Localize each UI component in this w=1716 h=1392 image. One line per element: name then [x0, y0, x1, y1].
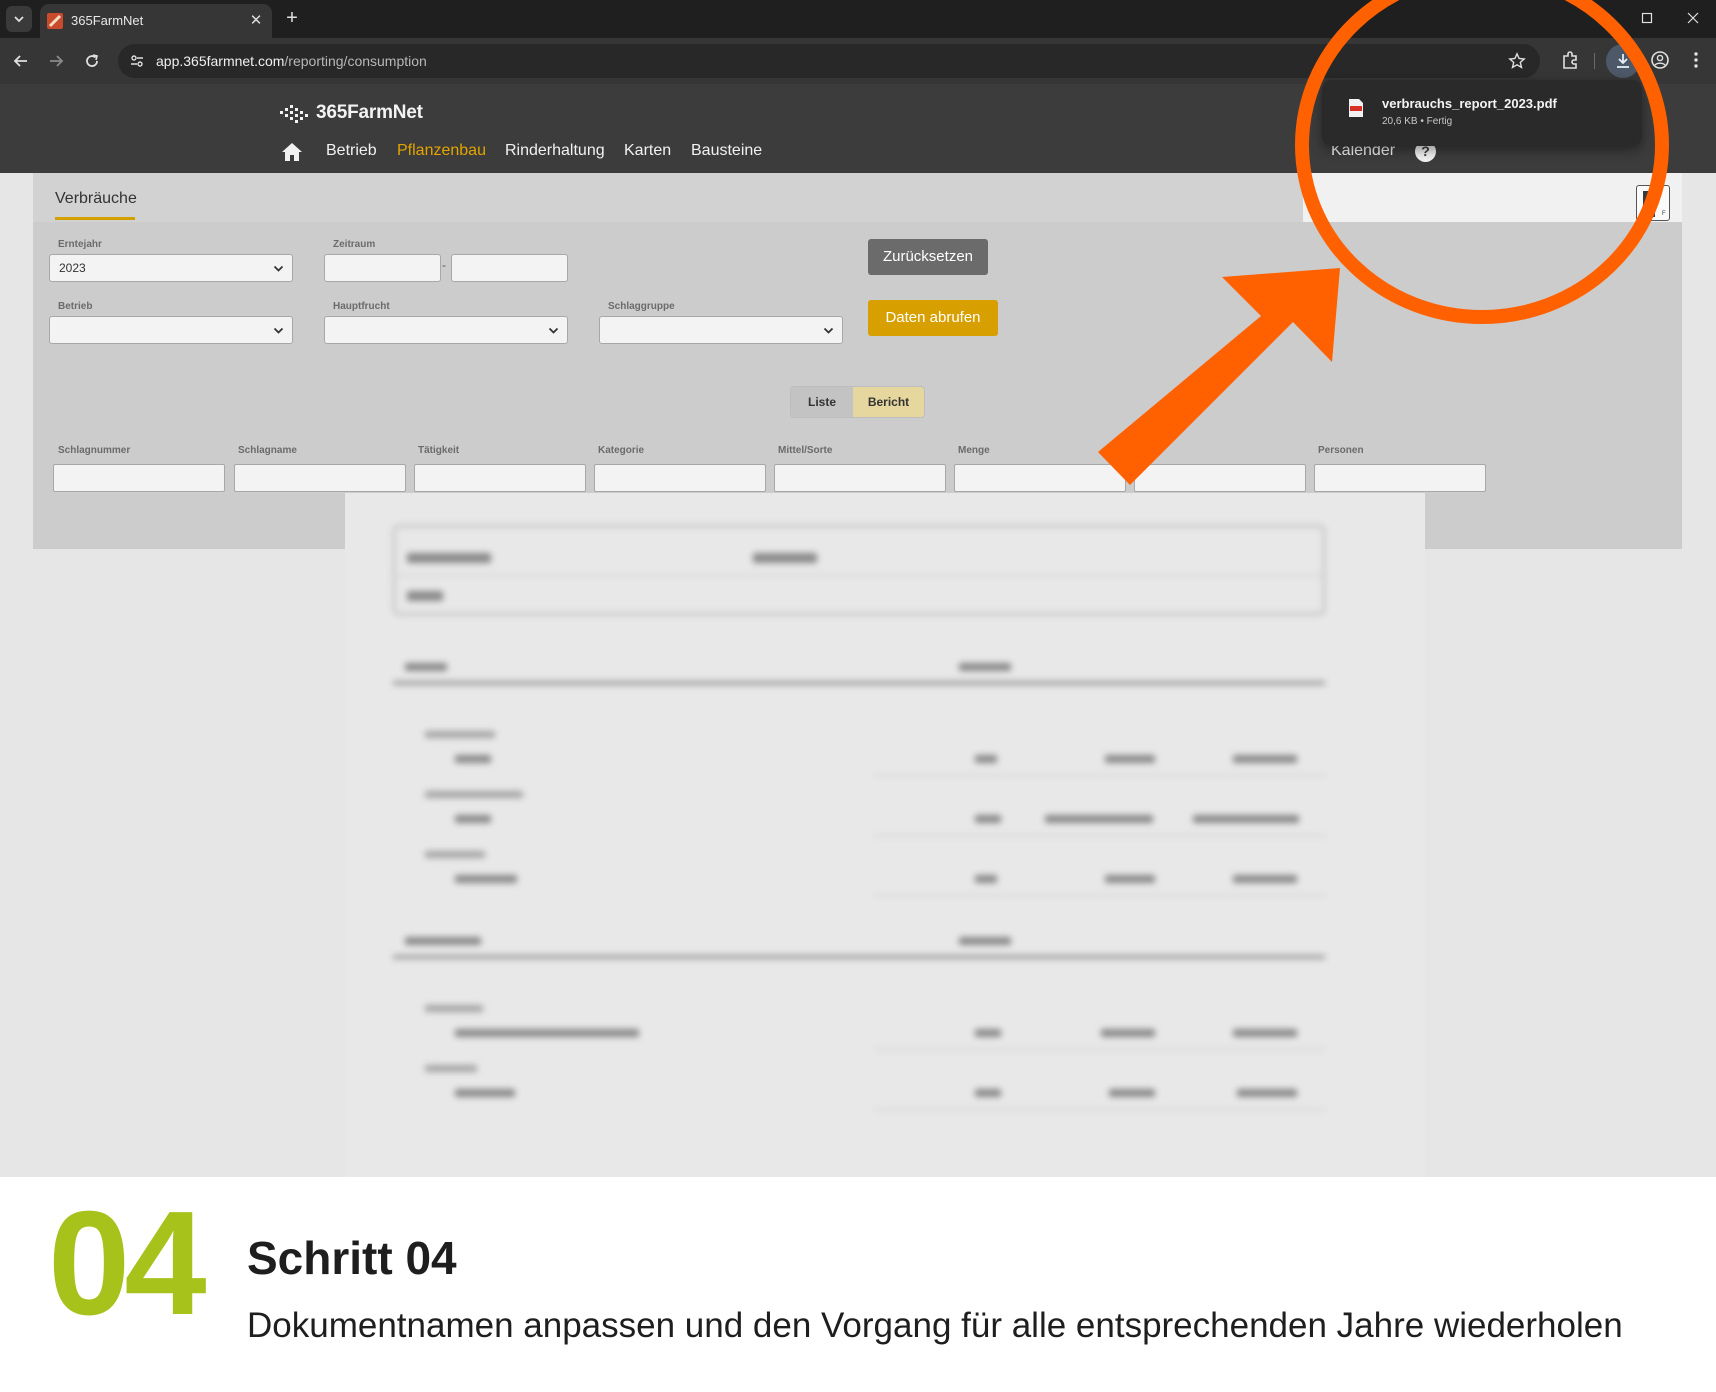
col-filter-mittel-sorte[interactable] — [774, 464, 946, 492]
step-number: 04 — [48, 1181, 207, 1346]
browser-toolbar: app.365farmnet.com/reporting/consumption — [0, 38, 1716, 84]
chevron-down-icon — [823, 327, 834, 334]
col-filter-schlagname[interactable] — [234, 464, 406, 492]
col-filter-taetigkeit[interactable] — [414, 464, 586, 492]
nav-rinderhaltung[interactable]: Rinderhaltung — [505, 142, 605, 160]
view-report-button[interactable]: Bericht — [853, 387, 924, 417]
farmnet-favicon-icon — [47, 13, 63, 29]
forward-arrow-icon[interactable] — [44, 49, 68, 73]
star-icon[interactable] — [1508, 52, 1526, 70]
address-bar[interactable]: app.365farmnet.com/reporting/consumption — [118, 44, 1540, 78]
url-host: app.365farmnet.com — [156, 53, 285, 69]
chevron-down-icon — [14, 16, 24, 23]
col-filter-hidden[interactable] — [1134, 464, 1306, 492]
logo-text: 365FarmNet — [316, 102, 423, 123]
col-filter-personen[interactable] — [1314, 464, 1486, 492]
hauptfrucht-label: Hauptfrucht — [333, 301, 390, 312]
tab-bar-highlight — [1303, 173, 1682, 222]
col-label-schlagname: Schlagname — [238, 445, 297, 456]
svg-text:F: F — [1662, 211, 1666, 217]
more-vertical-icon[interactable] — [1684, 48, 1708, 72]
column-filter-bar: Schlagnummer Schlagname Tätigkeit Katego… — [33, 430, 1682, 500]
report-preview — [345, 493, 1425, 1177]
zeitraum-separator: - — [442, 258, 446, 272]
col-label-personen: Personen — [1318, 445, 1364, 456]
page-tab-bar: Verbräuche F — [33, 173, 1682, 222]
nav-pflanzenbau[interactable]: Pflanzenbau — [397, 142, 486, 160]
view-list-button[interactable]: Liste — [791, 387, 853, 417]
col-filter-schlagnummer[interactable] — [53, 464, 225, 492]
fetch-data-button[interactable]: Daten abrufen — [868, 300, 998, 336]
tab-verbrauche[interactable]: Verbräuche — [55, 190, 137, 208]
active-tab-indicator — [55, 217, 135, 220]
farmnet-logo-icon — [280, 105, 308, 123]
close-window-icon[interactable] — [1678, 6, 1708, 30]
erntejahr-label: Erntejahr — [58, 239, 102, 250]
col-filter-kategorie[interactable] — [594, 464, 766, 492]
step-caption: 04 Schritt 04 Dokumentnamen anpassen und… — [0, 1177, 1716, 1392]
col-filter-menge[interactable] — [954, 464, 1126, 492]
pdf-export-icon[interactable]: F — [1636, 185, 1670, 221]
browser-tab-bar: 365FarmNet ✕ + — [0, 0, 1716, 38]
schlaggruppe-select[interactable] — [599, 316, 843, 344]
col-label-kategorie: Kategorie — [598, 445, 645, 456]
tab-search-button[interactable] — [6, 6, 32, 32]
chevron-down-icon — [548, 327, 559, 334]
betrieb-label: Betrieb — [58, 301, 93, 312]
home-icon[interactable] — [281, 142, 303, 162]
zeitraum-from-input[interactable] — [324, 254, 441, 282]
tab-title: 365FarmNet — [71, 13, 144, 28]
nav-karten[interactable]: Karten — [624, 142, 671, 160]
betrieb-select[interactable] — [49, 316, 293, 344]
col-label-menge: Menge — [958, 445, 990, 456]
zeitraum-to-input[interactable] — [451, 254, 568, 282]
download-status: 20,6 KB • Fertig — [1382, 116, 1453, 127]
step-title: Schritt 04 — [247, 1232, 457, 1284]
browser-tab[interactable]: 365FarmNet ✕ — [40, 4, 272, 38]
erntejahr-select[interactable]: 2023 — [49, 254, 293, 282]
download-bubble[interactable]: verbrauchs_report_2023.pdf 20,6 KB • Fer… — [1322, 80, 1642, 146]
view-toggle: Liste Bericht — [790, 386, 925, 418]
zeitraum-label: Zeitraum — [333, 239, 376, 250]
back-arrow-icon[interactable] — [9, 49, 33, 73]
minimize-icon[interactable] — [1586, 6, 1616, 30]
close-tab-icon[interactable]: ✕ — [246, 11, 266, 31]
puzzle-icon[interactable] — [1558, 48, 1582, 72]
download-filename[interactable]: verbrauchs_report_2023.pdf — [1382, 96, 1557, 111]
nav-bausteine[interactable]: Bausteine — [691, 142, 762, 160]
report-preview-blurred-content — [345, 493, 1425, 1177]
reset-button[interactable]: Zurücksetzen — [868, 239, 988, 275]
nav-betrieb[interactable]: Betrieb — [326, 142, 377, 160]
erntejahr-value: 2023 — [59, 261, 86, 275]
url-path: /reporting/consumption — [284, 53, 427, 69]
chevron-down-icon — [273, 327, 284, 334]
maximize-icon[interactable] — [1632, 6, 1662, 30]
download-icon[interactable] — [1606, 44, 1640, 78]
consumption-page: Verbräuche F Erntejahr 2023 Zeitraum - B… — [0, 173, 1716, 1177]
url-text: app.365farmnet.com/reporting/consumption — [156, 53, 427, 69]
col-label-schlagnummer: Schlagnummer — [58, 445, 131, 456]
col-label-taetigkeit: Tätigkeit — [418, 445, 460, 456]
new-tab-button[interactable]: + — [280, 7, 304, 31]
pdf-file-icon — [1348, 98, 1364, 118]
chevron-down-icon — [273, 265, 284, 272]
schlaggruppe-label: Schlaggruppe — [608, 301, 675, 312]
hauptfrucht-select[interactable] — [324, 316, 568, 344]
profile-icon[interactable] — [1648, 48, 1672, 72]
reload-icon[interactable] — [80, 49, 104, 73]
site-info-icon[interactable] — [128, 52, 146, 70]
col-label-mittel-sorte: Mittel/Sorte — [778, 445, 833, 456]
toolbar-divider — [1594, 53, 1595, 69]
farmnet-logo[interactable]: 365FarmNet — [278, 98, 423, 128]
step-description: Dokumentnamen anpassen und den Vorgang f… — [247, 1306, 1623, 1345]
